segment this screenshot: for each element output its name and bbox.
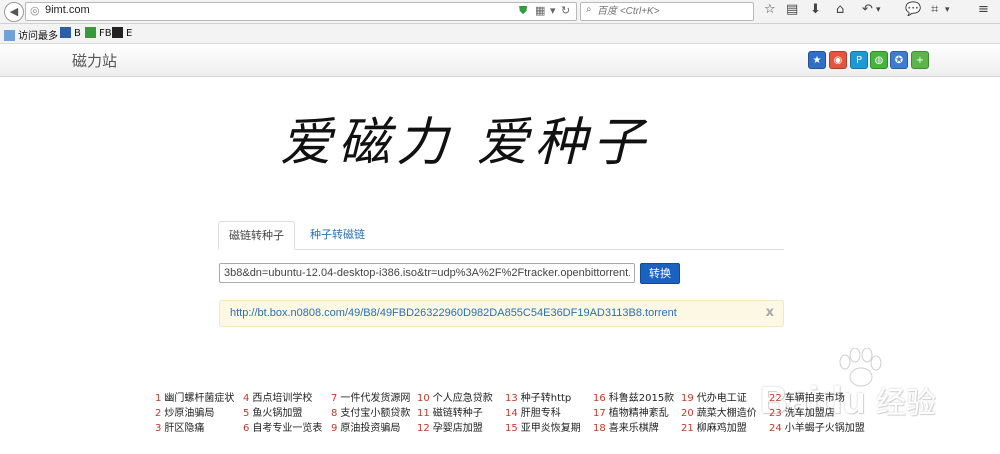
footer-link[interactable]: 18 喜来乐棋牌 xyxy=(593,419,659,434)
bookmarks-bar: 访问最多 B FB E xyxy=(0,24,1000,44)
crop-dropdown-icon[interactable]: ▾ xyxy=(945,5,950,15)
footer-link[interactable]: 12 孕婴店加盟 xyxy=(417,419,483,434)
footer-link[interactable]: 14 肝胆专科 xyxy=(505,404,561,419)
home-icon[interactable]: ⌂ xyxy=(836,2,844,17)
search-input[interactable] xyxy=(597,4,747,18)
footer-link[interactable]: 15 亚甲炎恢复期 xyxy=(505,419,581,434)
tab-magnet-to-torrent[interactable]: 磁链转种子 xyxy=(218,221,295,250)
bookmark-star-icon[interactable]: ☆ xyxy=(764,2,776,17)
footer-link[interactable]: 8 支付宝小额贷款 xyxy=(331,404,410,419)
footer-link[interactable]: 16 科鲁兹2015款 xyxy=(593,389,674,404)
close-icon[interactable]: x xyxy=(766,305,774,320)
bookmark-e[interactable]: E xyxy=(112,27,132,39)
search-engine-icon: ⌕ xyxy=(586,4,592,15)
qr-code-icon[interactable]: ▦ xyxy=(535,4,545,17)
footer-link[interactable]: 17 植物精神紊乱 xyxy=(593,404,669,419)
footer-link[interactable]: 20 蔬菜大棚造价 xyxy=(681,404,757,419)
reading-list-icon[interactable]: ▤ xyxy=(786,2,798,17)
more-share-icon[interactable]: + xyxy=(911,51,929,69)
footer-link[interactable]: 4 西点培训学校 xyxy=(243,389,312,404)
url-text[interactable]: 9imt.com xyxy=(45,4,90,16)
undo-dropdown-icon[interactable]: ▾ xyxy=(876,5,881,15)
bookmark-fb[interactable]: FB xyxy=(85,27,112,39)
site-logo[interactable]: 磁力站 xyxy=(72,50,117,71)
footer-links: 1 幽门螺杆菌症状 2 炒原油骗局 3 肝区隐痛 4 西点培训学校 5 鱼火锅加盟 6 自考… xyxy=(150,387,870,437)
footer-link[interactable]: 3 肝区隐痛 xyxy=(155,419,204,434)
reload-icon[interactable]: ↻ xyxy=(561,4,570,17)
toolbar-icons: ☆ ▤ ⬇ ⌂ ↶ ▾ 💬 ⌗ ▾ ≡ xyxy=(760,2,996,21)
footer-link[interactable]: 13 种子转http xyxy=(505,389,571,404)
folder-icon xyxy=(4,30,15,41)
tab-torrent-to-magnet[interactable]: 种子转磁链 xyxy=(300,221,375,248)
footer-link[interactable]: 10 个人应急贷款 xyxy=(417,389,493,404)
download-icon[interactable]: ⬇ xyxy=(810,2,821,17)
address-bar[interactable]: ◎ 9imt.com ⛊ ▦ ▾ ↻ xyxy=(25,2,577,21)
f-icon xyxy=(85,27,96,38)
convert-button[interactable]: 转换 xyxy=(640,263,680,284)
search-bar[interactable]: ⌕ xyxy=(580,2,754,21)
qzone-icon[interactable]: ✪ xyxy=(890,51,908,69)
favorite-icon[interactable]: ★ xyxy=(808,51,826,69)
back-arrow-icon[interactable]: ◀ xyxy=(4,2,24,22)
magnet-input[interactable] xyxy=(219,263,635,283)
menu-icon[interactable]: ≡ xyxy=(978,2,989,17)
weibo-icon[interactable]: ◉ xyxy=(829,51,847,69)
result-alert: http://bt.box.n0808.com/49/B8/49FBD26322… xyxy=(219,300,784,327)
footer-link[interactable]: 9 原油投资骗局 xyxy=(331,419,400,434)
footer-link[interactable]: 22 车辆拍卖市场 xyxy=(769,389,845,404)
footer-link[interactable]: 24 小羊蝎子火锅加盟 xyxy=(769,419,865,434)
browser-toolbar: ◀ ◎ 9imt.com ⛊ ▦ ▾ ↻ ⌕ ☆ ▤ ⬇ ⌂ ↶ ▾ 💬 ⌗ ▾… xyxy=(0,0,1000,24)
bookmark-b[interactable]: B xyxy=(60,27,81,39)
paw-icon xyxy=(60,27,71,38)
footer-link[interactable]: 7 一件代发货源网 xyxy=(331,389,410,404)
footer-link[interactable]: 2 炒原油骗局 xyxy=(155,404,214,419)
dropdown-icon[interactable]: ▾ xyxy=(550,4,556,17)
undo-icon[interactable]: ↶ xyxy=(862,2,873,17)
footer-link[interactable]: 21 柳麻鸡加盟 xyxy=(681,419,747,434)
footer-link[interactable]: 5 鱼火锅加盟 xyxy=(243,404,302,419)
wechat-icon[interactable]: ◍ xyxy=(870,51,888,69)
watermark-cn: 经验 xyxy=(876,386,936,421)
footer-link[interactable]: 6 自考专业一览表 xyxy=(243,419,322,434)
site-header: 磁力站 ★ ◉ P ◍ ✪ + xyxy=(0,44,1000,77)
hero-slogan: 爱磁力 爱种子 xyxy=(280,113,651,173)
footer-link[interactable]: 11 磁链转种子 xyxy=(417,404,483,419)
person-icon xyxy=(112,27,123,38)
tencent-icon[interactable]: P xyxy=(850,51,868,69)
footer-link[interactable]: 23 洗车加盟店 xyxy=(769,404,835,419)
globe-icon: ◎ xyxy=(30,4,40,17)
footer-link[interactable]: 19 代办电工证 xyxy=(681,389,747,404)
bookmark-most-visited[interactable]: 访问最多 xyxy=(4,27,58,42)
footer-link[interactable]: 1 幽门螺杆菌症状 xyxy=(155,389,234,404)
shield-icon[interactable]: ⛊ xyxy=(519,4,527,18)
crop-icon[interactable]: ⌗ xyxy=(931,2,938,17)
converter-tabs: 磁链转种子 种子转磁链 xyxy=(218,221,784,250)
chat-icon[interactable]: 💬 xyxy=(905,2,921,17)
torrent-link[interactable]: http://bt.box.n0808.com/49/B8/49FBD26322… xyxy=(230,307,677,319)
